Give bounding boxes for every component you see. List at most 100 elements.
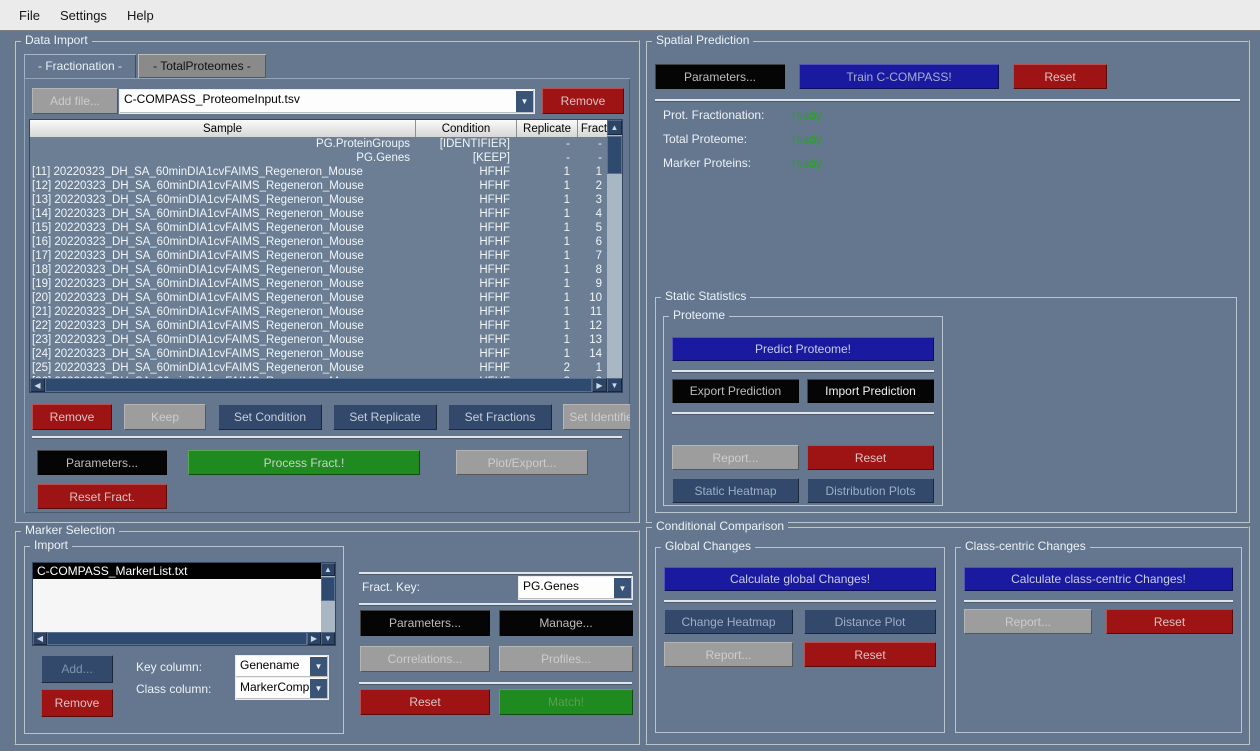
key-column-combobox[interactable]: Genename ▼ xyxy=(236,656,328,677)
column-header-condition[interactable]: Condition xyxy=(416,120,517,137)
global-reset-button[interactable]: Reset xyxy=(804,642,936,667)
arrow-right-icon[interactable]: ▶ xyxy=(307,632,321,645)
cell-cond: [KEEP] xyxy=(415,151,515,165)
tab-totalproteomes[interactable]: - TotalProteomes - xyxy=(138,54,266,78)
global-report-button[interactable]: Report... xyxy=(664,642,793,667)
arrow-up-icon[interactable]: ▲ xyxy=(321,563,335,576)
distance-plot-button[interactable]: Distance Plot xyxy=(804,609,936,634)
calculate-global-changes-button[interactable]: Calculate global Changes! xyxy=(664,567,936,591)
predict-proteome-button[interactable]: Predict Proteome! xyxy=(672,337,934,361)
class-report-button[interactable]: Report... xyxy=(964,609,1092,634)
cell-rep: 1 xyxy=(515,333,575,347)
add-file-button[interactable]: Add file... xyxy=(32,88,118,114)
table-row[interactable]: [22] 20220323_DH_SA_60minDIA1cvFAIMS_Reg… xyxy=(30,319,607,333)
chevron-down-icon[interactable]: ▼ xyxy=(310,679,327,698)
remove-marker-button[interactable]: Remove xyxy=(41,689,113,717)
table-row[interactable]: [23] 20220323_DH_SA_60minDIA1cvFAIMS_Reg… xyxy=(30,333,607,347)
marker-list-vertical-scrollbar[interactable]: ▲ xyxy=(321,563,335,632)
export-prediction-button[interactable]: Export Prediction xyxy=(672,379,799,403)
chevron-down-icon[interactable]: ▼ xyxy=(310,657,327,676)
plot-export-button[interactable]: Plot/Export... xyxy=(456,450,588,475)
column-header-sample[interactable]: Sample xyxy=(30,120,416,137)
set-replicate-button[interactable]: Set Replicate xyxy=(333,404,437,430)
column-header-fraction[interactable]: Fract xyxy=(578,120,610,137)
train-ccompass-button[interactable]: Train C-COMPASS! xyxy=(799,64,999,89)
table-row[interactable]: [20] 20220323_DH_SA_60minDIA1cvFAIMS_Reg… xyxy=(30,291,607,305)
marker-list-horizontal-scrollbar[interactable]: ◀ ▶ ▼ xyxy=(33,632,335,645)
proteome-report-button[interactable]: Report... xyxy=(672,445,799,470)
class-column-combobox[interactable]: MarkerComp ▼ xyxy=(236,678,328,699)
chevron-down-icon[interactable]: ▼ xyxy=(516,91,533,112)
table-row[interactable]: PG.Genes[KEEP]-- xyxy=(30,151,607,165)
spatial-parameters-button[interactable]: Parameters... xyxy=(655,64,785,89)
table-row[interactable]: [12] 20220323_DH_SA_60minDIA1cvFAIMS_Reg… xyxy=(30,179,607,193)
distribution-plots-button[interactable]: Distribution Plots xyxy=(807,478,934,503)
table-horizontal-scrollbar[interactable]: ◀ ▶ ▼ xyxy=(30,378,622,392)
table-row[interactable]: [18] 20220323_DH_SA_60minDIA1cvFAIMS_Reg… xyxy=(30,263,607,277)
marker-hscroll-thumb[interactable] xyxy=(47,632,307,645)
table-row[interactable]: [25] 20220323_DH_SA_60minDIA1cvFAIMS_Reg… xyxy=(30,361,607,375)
remove-file-button[interactable]: Remove xyxy=(542,88,624,114)
proteome-reset-button[interactable]: Reset xyxy=(807,445,934,470)
set-condition-button[interactable]: Set Condition xyxy=(218,404,322,430)
keep-button[interactable]: Keep xyxy=(124,404,206,430)
marker-vscroll-thumb[interactable] xyxy=(321,577,335,601)
table-row[interactable]: [17] 20220323_DH_SA_60minDIA1cvFAIMS_Reg… xyxy=(30,249,607,263)
cell-rep: - xyxy=(515,137,575,151)
cell-cond: HFHF xyxy=(415,333,515,347)
profiles-button[interactable]: Profiles... xyxy=(499,646,633,672)
set-fractions-button[interactable]: Set Fractions xyxy=(448,404,552,430)
menu-help[interactable]: Help xyxy=(117,4,164,27)
table-row[interactable]: [21] 20220323_DH_SA_60minDIA1cvFAIMS_Reg… xyxy=(30,305,607,319)
table-row[interactable]: [14] 20220323_DH_SA_60minDIA1cvFAIMS_Reg… xyxy=(30,207,607,221)
arrow-right-icon[interactable]: ▶ xyxy=(592,378,607,392)
process-fract-button[interactable]: Process Fract.! xyxy=(188,450,420,475)
add-marker-button[interactable]: Add... xyxy=(41,655,113,683)
table-row[interactable]: [24] 20220323_DH_SA_60minDIA1cvFAIMS_Reg… xyxy=(30,347,607,361)
arrow-left-icon[interactable]: ◀ xyxy=(30,378,45,392)
column-header-replicate[interactable]: Replicate xyxy=(517,120,578,137)
cell-frac: 6 xyxy=(575,235,607,249)
manage-button[interactable]: Manage... xyxy=(499,610,633,636)
table-vscroll-thumb[interactable] xyxy=(607,136,622,174)
fract-parameters-button[interactable]: Parameters... xyxy=(37,450,167,475)
menu-file[interactable]: File xyxy=(9,4,50,27)
arrow-down-icon[interactable]: ▼ xyxy=(607,378,622,392)
spatial-reset-button[interactable]: Reset xyxy=(1013,64,1107,89)
remove-row-button[interactable]: Remove xyxy=(32,404,112,430)
set-identifier-button[interactable]: Set Identifier xyxy=(563,404,630,430)
calculate-class-centric-button[interactable]: Calculate class-centric Changes! xyxy=(964,567,1233,591)
static-heatmap-button[interactable]: Static Heatmap xyxy=(672,478,799,503)
cell-cond: HFHF xyxy=(415,179,515,193)
table-row[interactable]: PG.ProteinGroups[IDENTIFIER]-- xyxy=(30,137,607,151)
separator xyxy=(359,603,632,605)
marker-reset-button[interactable]: Reset xyxy=(360,689,490,715)
arrow-down-icon[interactable]: ▼ xyxy=(321,632,335,645)
cell-rep: 1 xyxy=(515,277,575,291)
chevron-down-icon[interactable]: ▼ xyxy=(614,578,631,598)
marker-file-item[interactable]: C-COMPASS_MarkerList.txt xyxy=(33,563,321,579)
menu-bar: File Settings Help xyxy=(0,0,1260,31)
file-select-combobox[interactable]: C-COMPASS_ProteomeInput.tsv ▼ xyxy=(120,90,534,113)
class-reset-button[interactable]: Reset xyxy=(1106,609,1233,634)
change-heatmap-button[interactable]: Change Heatmap xyxy=(664,609,793,634)
marker-parameters-button[interactable]: Parameters... xyxy=(360,610,490,636)
match-button[interactable]: Match! xyxy=(499,689,633,715)
cell-cond: HFHF xyxy=(415,249,515,263)
table-row[interactable]: [19] 20220323_DH_SA_60minDIA1cvFAIMS_Reg… xyxy=(30,277,607,291)
table-row[interactable]: [13] 20220323_DH_SA_60minDIA1cvFAIMS_Reg… xyxy=(30,193,607,207)
arrow-up-icon[interactable]: ▲ xyxy=(607,120,622,135)
arrow-left-icon[interactable]: ◀ xyxy=(33,632,47,645)
table-vertical-scrollbar[interactable]: ▲ xyxy=(607,120,622,378)
tab-fractionation[interactable]: - Fractionation - xyxy=(24,54,136,78)
table-row[interactable]: [16] 20220323_DH_SA_60minDIA1cvFAIMS_Reg… xyxy=(30,235,607,249)
reset-fract-button[interactable]: Reset Fract. xyxy=(37,484,167,509)
menu-settings[interactable]: Settings xyxy=(50,4,117,27)
table-row[interactable]: [11] 20220323_DH_SA_60minDIA1cvFAIMS_Reg… xyxy=(30,165,607,179)
table-row[interactable]: [15] 20220323_DH_SA_60minDIA1cvFAIMS_Reg… xyxy=(30,221,607,235)
correlations-button[interactable]: Correlations... xyxy=(360,646,490,672)
cell-sample: [18] 20220323_DH_SA_60minDIA1cvFAIMS_Reg… xyxy=(30,263,415,277)
import-prediction-button[interactable]: Import Prediction xyxy=(807,379,934,403)
fract-key-combobox[interactable]: PG.Genes ▼ xyxy=(519,577,632,599)
table-hscroll-thumb[interactable] xyxy=(45,378,592,392)
